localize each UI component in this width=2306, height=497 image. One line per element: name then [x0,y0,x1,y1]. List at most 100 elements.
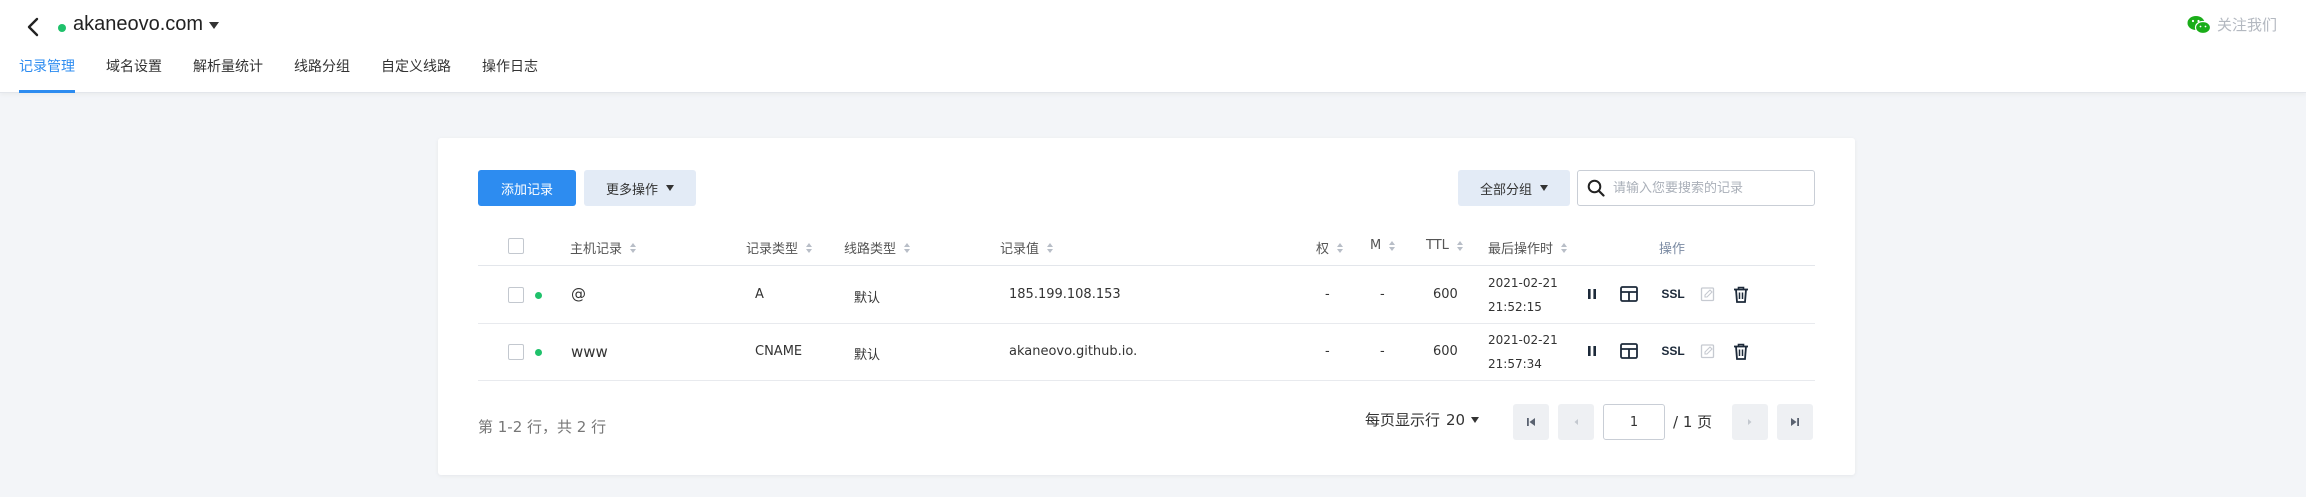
column-host-label: 主机记录 [570,242,623,257]
column-actions-label: 操作 [1659,242,1686,257]
last-page-button[interactable] [1777,404,1813,440]
select-all-checkbox[interactable] [508,238,524,254]
table-view-icon [1620,286,1638,302]
sort-icon [1337,242,1344,253]
next-page-button[interactable] [1732,404,1768,440]
column-value[interactable]: 记录值 [1000,238,1054,257]
weight-cell: - [1325,287,1330,302]
page-number-input[interactable] [1603,404,1665,440]
sort-icon [904,242,911,253]
value-cell: 185.199.108.153 [1009,287,1121,302]
sort-icon [1456,240,1463,251]
status-enabled-dot [535,292,542,299]
tab-operation-log[interactable]: 操作日志 [482,56,538,93]
back-button[interactable] [20,14,46,40]
last-op-date: 2021-02-21 [1488,276,1558,290]
domain-status-dot [58,24,66,32]
search-input[interactable] [1613,180,1803,196]
column-type[interactable]: 记录类型 [746,238,813,257]
row-checkbox[interactable] [508,287,524,303]
chevron-left-icon [27,17,39,37]
ttl-cell: 600 [1433,287,1458,302]
more-actions-button[interactable]: 更多操作 [584,170,696,206]
column-weight[interactable]: 权 [1316,238,1344,257]
column-last-op-label: 最后操作时 [1488,242,1554,257]
view-button[interactable] [1618,284,1640,304]
top-bar: akaneovo.com 关注我们 记录管理 域名设置 解析量统计 线路分组 自… [0,0,2306,93]
ttl-cell: 600 [1433,344,1458,359]
remark-button[interactable] [1698,284,1718,304]
last-op-time: 2021-02-21 21:52:15 [1488,271,1558,319]
pause-icon [1588,346,1596,356]
tab-resolution-stats[interactable]: 解析量统计 [193,56,263,93]
pause-button[interactable] [1582,284,1602,304]
ssl-button[interactable]: SSL [1658,341,1688,361]
record-count-summary: 第 1-2 行，共 2 行 [478,418,607,436]
search-box [1577,170,1815,206]
column-type-label: 记录类型 [746,242,799,257]
table-header: 主机记录 记录类型 线路类型 记录值 权 M TTL 最后操作时 操作 [478,226,1815,266]
mx-cell: - [1380,344,1385,359]
sort-icon [806,242,813,253]
column-mx-label: M [1370,238,1382,253]
last-page-icon [1791,418,1799,426]
chevron-down-icon [1540,185,1548,191]
note-icon [1700,344,1715,359]
host-cell: www [571,343,608,361]
column-ttl-label: TTL [1426,238,1449,253]
tab-bar: 记录管理 域名设置 解析量统计 线路分组 自定义线路 操作日志 [0,56,538,93]
trash-icon [1734,343,1748,360]
column-mx[interactable]: M [1370,238,1396,253]
row-checkbox[interactable] [508,344,524,360]
column-host[interactable]: 主机记录 [570,238,637,257]
column-actions: 操作 [1659,238,1685,257]
pause-button[interactable] [1582,341,1602,361]
first-page-icon [1527,418,1535,426]
remark-button[interactable] [1698,341,1718,361]
tab-line-groups[interactable]: 线路分组 [294,56,350,93]
first-page-button[interactable] [1513,404,1549,440]
type-cell: CNAME [755,344,803,359]
records-card: 添加记录 更多操作 全部分组 主机记录 记录类型 线路类型 记录值 权 M TT… [438,138,1855,475]
table-view-icon [1620,343,1638,359]
tab-records[interactable]: 记录管理 [19,56,75,93]
last-op-clock: 21:57:34 [1488,357,1542,371]
view-button[interactable] [1618,341,1640,361]
tab-domain-settings[interactable]: 域名设置 [106,56,162,93]
table-row: www CNAME 默认 akaneovo.github.io. - - 600… [478,324,1815,381]
column-line[interactable]: 线路类型 [844,238,911,257]
tab-custom-lines-label: 自定义线路 [381,59,451,75]
page-size-select[interactable]: 每页显示行 20 [1365,409,1480,430]
more-actions-label: 更多操作 [605,182,658,198]
chevron-left-icon [1574,419,1578,425]
tab-custom-lines[interactable]: 自定义线路 [381,56,451,93]
line-cell: 默认 [854,291,881,306]
group-filter-label: 全部分组 [1479,182,1532,198]
column-line-label: 线路类型 [844,242,897,257]
wechat-icon [2187,15,2211,34]
delete-button[interactable] [1731,341,1751,361]
prev-page-button[interactable] [1558,404,1594,440]
domain-switch-caret-icon[interactable] [209,22,219,29]
delete-button[interactable] [1731,284,1751,304]
sort-icon [1389,240,1396,251]
chevron-right-icon [1748,419,1752,425]
column-last-op[interactable]: 最后操作时 [1488,238,1568,257]
last-op-time: 2021-02-21 21:57:34 [1488,328,1558,376]
sort-icon [1561,242,1568,253]
group-filter-select[interactable]: 全部分组 [1458,170,1570,206]
tab-records-label: 记录管理 [19,59,75,75]
ssl-button[interactable]: SSL [1658,284,1688,304]
host-cell: @ [571,285,586,303]
type-cell: A [755,287,764,302]
add-record-button[interactable]: 添加记录 [478,170,576,206]
sort-icon [630,242,637,253]
line-cell: 默认 [854,348,881,363]
column-value-label: 记录值 [1000,242,1040,257]
table-row: @ A 默认 185.199.108.153 - - 600 2021-02-2… [478,267,1815,324]
follow-us-link[interactable]: 关注我们 [2187,14,2277,35]
column-ttl[interactable]: TTL [1426,238,1463,253]
total-pages: / 1 页 [1673,413,1713,431]
last-op-clock: 21:52:15 [1488,300,1542,314]
tab-domain-settings-label: 域名设置 [106,59,162,75]
